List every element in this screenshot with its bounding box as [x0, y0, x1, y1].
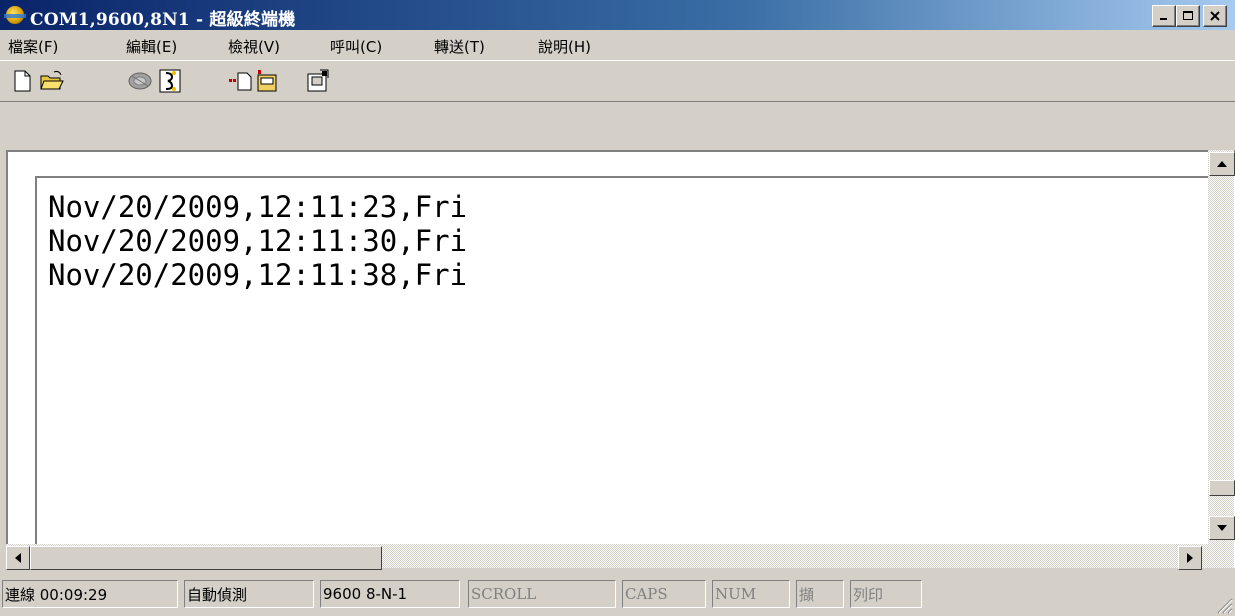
vertical-scroll-thumb[interactable]: [1209, 480, 1235, 496]
maximize-button[interactable]: [1176, 5, 1200, 27]
status-caps: CAPS: [622, 580, 706, 608]
close-icon: [1210, 11, 1220, 21]
scroll-left-button[interactable]: [6, 546, 30, 570]
status-capture: 擷: [796, 580, 844, 608]
title-bar[interactable]: COM1,9600,8N1 - 超級終端機: [0, 0, 1235, 30]
receive-button[interactable]: [254, 67, 281, 94]
disconnect-icon: [159, 69, 180, 92]
status-auto-detect: 自動偵測: [184, 580, 314, 608]
toolbar: [0, 60, 1235, 102]
menu-bar: 檔案(F) 編輯(E) 檢視(V) 呼叫(C) 轉送(T) 說明(H): [0, 30, 1235, 60]
resize-grip-icon[interactable]: [1213, 594, 1233, 614]
menu-help[interactable]: 說明(H): [538, 36, 591, 57]
new-document-icon: [14, 70, 30, 91]
status-connection: 連線 00:09:29: [2, 580, 178, 608]
vertical-scrollbar[interactable]: [1208, 150, 1234, 568]
terminal-line: Nov/20/2009,12:11:38,Fri: [48, 258, 468, 292]
arrow-down-icon: [1217, 525, 1227, 531]
close-button[interactable]: [1203, 5, 1227, 27]
window-title: COM1,9600,8N1 - 超級終端機: [30, 10, 296, 30]
status-port-settings: 9600 8-N-1: [320, 580, 460, 608]
arrow-up-icon: [1217, 161, 1227, 167]
status-num: NUM: [712, 580, 790, 608]
maximize-icon: [1183, 11, 1193, 20]
open-button[interactable]: [38, 67, 65, 94]
menu-transfer[interactable]: 轉送(T): [434, 36, 485, 57]
scroll-right-button[interactable]: [1178, 546, 1202, 570]
scroll-up-button[interactable]: [1209, 152, 1235, 176]
minimize-button[interactable]: [1152, 5, 1176, 27]
status-print: 列印: [850, 580, 922, 608]
disconnect-button[interactable]: [156, 67, 183, 94]
terminal-line: Nov/20/2009,12:11:30,Fri: [48, 224, 468, 258]
status-empty: [928, 580, 1210, 608]
menu-view[interactable]: 檢視(V): [228, 36, 280, 57]
menu-edit[interactable]: 編輯(E): [126, 36, 177, 57]
terminal-line: Nov/20/2009,12:11:23,Fri: [48, 190, 468, 224]
status-scroll: SCROLL: [468, 580, 616, 608]
hyperterminal-icon: [4, 6, 26, 24]
minimize-icon: [1160, 18, 1167, 20]
phone-dial-icon: [128, 72, 151, 89]
menu-file[interactable]: 檔案(F): [8, 36, 58, 57]
horizontal-scroll-thumb[interactable]: [30, 546, 382, 570]
open-folder-icon: [39, 70, 64, 89]
call-button[interactable]: [126, 67, 153, 94]
scroll-down-button[interactable]: [1209, 516, 1235, 540]
properties-button[interactable]: [304, 67, 331, 94]
status-bar: 連線 00:09:29 自動偵測 9600 8-N-1 SCROLL CAPS …: [0, 573, 1235, 616]
send-button[interactable]: [227, 67, 254, 94]
terminal-output: Nov/20/2009,12:11:23,Fri Nov/20/2009,12:1…: [48, 190, 467, 292]
menu-call[interactable]: 呼叫(C): [330, 36, 382, 57]
send-file-icon: [228, 72, 251, 90]
properties-icon: [307, 69, 328, 91]
arrow-left-icon: [15, 553, 21, 563]
new-document-button[interactable]: [8, 67, 35, 94]
receive-file-icon: [257, 69, 276, 91]
arrow-right-icon: [1187, 553, 1193, 563]
